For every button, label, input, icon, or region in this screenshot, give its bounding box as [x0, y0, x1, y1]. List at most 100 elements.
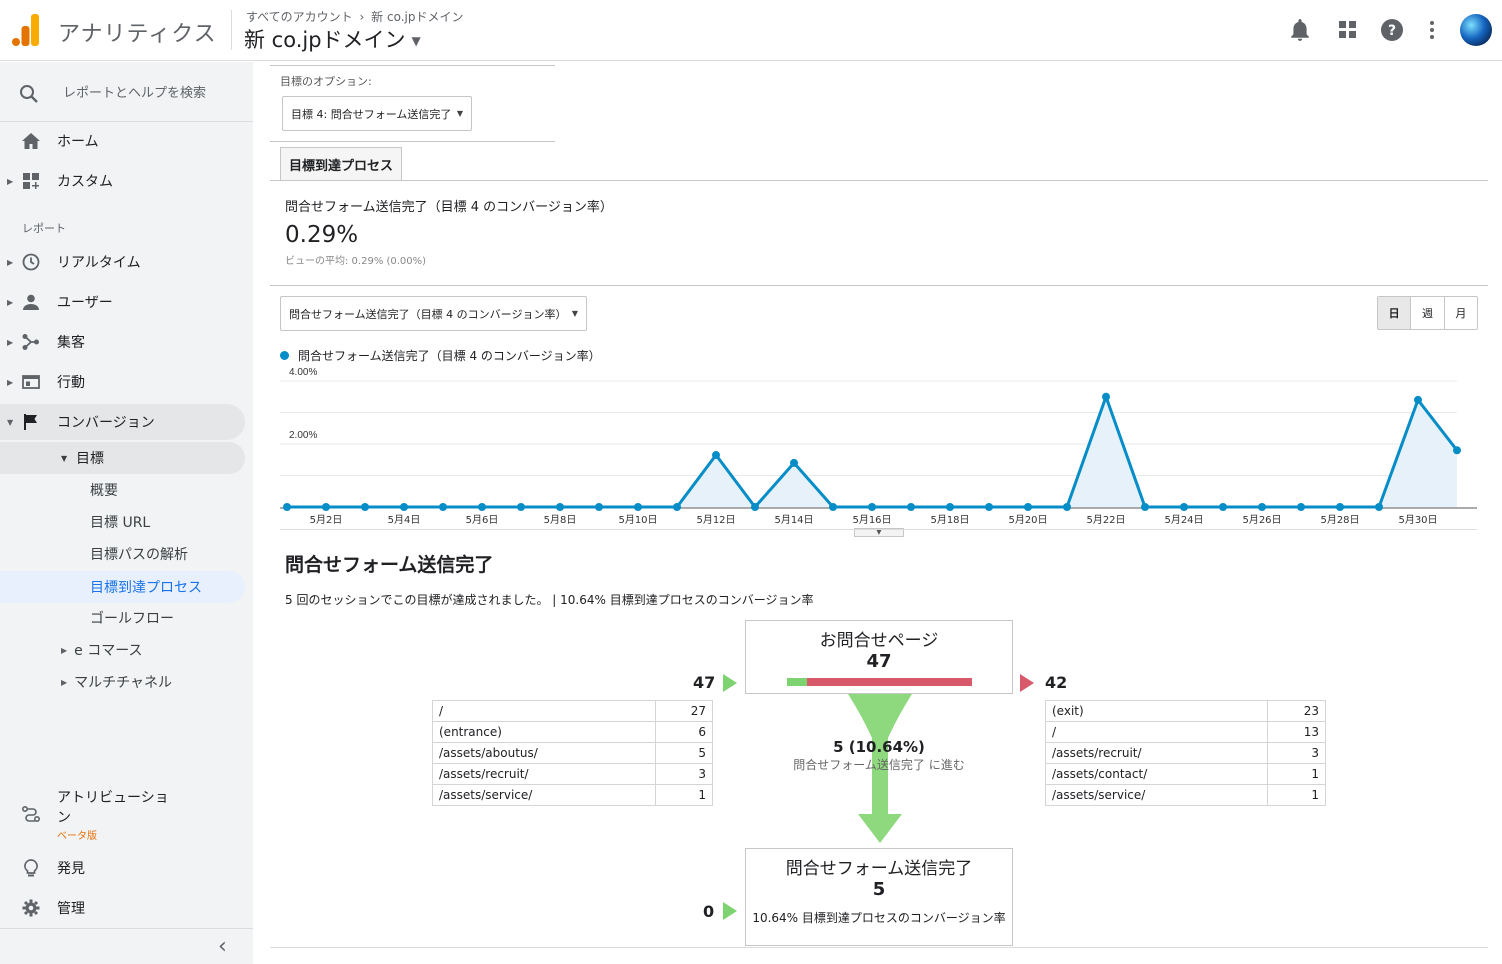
data-point — [868, 503, 876, 511]
expand-arrow-icon: ▶ — [7, 377, 14, 387]
collapse-arrow-icon: ▼ — [7, 417, 14, 427]
table-row[interactable]: /assets/recruit/3 — [1045, 742, 1327, 764]
flow-label-value: 5 (10.64%) — [833, 738, 925, 756]
search-input[interactable]: レポートとヘルプを検索 — [63, 82, 206, 101]
data-point — [751, 503, 759, 511]
sidebar-item-label: コンバージョン — [57, 415, 155, 431]
divider — [270, 285, 1488, 286]
sidebar-item-acquisition[interactable]: ▶ 集客 — [0, 324, 245, 360]
stage-count: 5 — [872, 879, 886, 900]
page-path-cell: /assets/service/ — [431, 784, 657, 806]
property-selector[interactable]: 新 co.jpドメイン ▼ — [244, 24, 421, 54]
data-point — [1024, 503, 1032, 511]
divider — [270, 180, 1488, 181]
page-path-cell: / — [1045, 721, 1268, 743]
sidebar-item-funnel-visualization[interactable]: 目標到達プロセス — [0, 571, 245, 603]
clock-icon — [21, 252, 41, 272]
top-bar: アナリティクス すべてのアカウント › 新 co.jpドメイン 新 co.jpド… — [0, 0, 1502, 61]
funnel-summary: 5 回のセッションでこの目標が達成されました。 | 10.64% 目標到達プロセ… — [285, 593, 814, 607]
table-row[interactable]: /13 — [1045, 721, 1327, 743]
period-week-button[interactable]: 週 — [1411, 297, 1445, 329]
sidebar-item-admin[interactable]: 管理 — [0, 890, 245, 926]
tab-funnel-visualization[interactable]: 目標到達プロセス — [280, 147, 402, 180]
sidebar-item-discover[interactable]: 発見 — [0, 850, 245, 886]
x-tick-label: 5月12日 — [696, 514, 735, 526]
sidebar-item-users[interactable]: ▶ ユーザー — [0, 284, 245, 320]
period-month-button[interactable]: 月 — [1445, 297, 1477, 329]
sidebar-item-behavior[interactable]: ▶ 行動 — [0, 364, 245, 400]
count-cell: 6 — [655, 721, 713, 743]
table-row[interactable]: (exit) 23 — [1045, 700, 1327, 722]
stage-name: 問合せフォーム送信完了 — [785, 859, 973, 879]
sidebar-item-multichannel[interactable]: ▶ マルチチャネル — [61, 666, 172, 698]
table-row[interactable]: /27 — [431, 700, 713, 722]
collapse-arrow-icon: ▼ — [61, 453, 68, 463]
data-point — [595, 503, 603, 511]
property-name: 新 co.jpドメイン — [244, 28, 406, 52]
avatar[interactable] — [1460, 14, 1492, 46]
lightbulb-icon — [21, 858, 41, 878]
sidebar-item-conversions[interactable]: ▼ コンバージョン — [0, 404, 245, 440]
x-tick-label: 5月10日 — [618, 514, 657, 526]
data-point — [1219, 503, 1227, 511]
breadcrumb-all-accounts[interactable]: すべてのアカウント — [246, 10, 353, 24]
sidebar-item-attribution[interactable]: アトリビューション — [0, 786, 245, 838]
page-path-cell: /assets/contact/ — [1045, 763, 1268, 785]
app-title[interactable]: アナリティクス — [58, 16, 217, 48]
goal-select[interactable]: 目標 4: 問合せフォーム送信完了 ▼ — [282, 96, 472, 131]
stage-progress-fill — [787, 678, 807, 686]
line-chart[interactable]: 4.00% 2.00% 5月2日 5月4日 5月6日 5月8日 5月10日 5月12日 5月14… — [270, 362, 1488, 540]
dashboard-icon — [21, 171, 41, 191]
dropdown-caret-icon: ▼ — [571, 309, 578, 318]
data-point — [1336, 503, 1344, 511]
sidebar-item-custom[interactable]: ▶ カスタム — [0, 163, 245, 199]
table-row[interactable]: /assets/recruit/3 — [431, 763, 713, 785]
expand-arrow-icon: ▶ — [61, 677, 68, 687]
sidebar-item-goals[interactable]: ▼ 目標 — [0, 442, 245, 474]
breadcrumb[interactable]: すべてのアカウント › 新 co.jpドメイン — [246, 8, 463, 25]
count-cell: 27 — [655, 700, 713, 722]
breadcrumb-property[interactable]: 新 co.jpドメイン — [371, 10, 463, 24]
sidebar-item-label: ホーム — [57, 134, 99, 150]
data-point — [361, 503, 369, 511]
table-row[interactable]: /assets/service/1 — [1045, 784, 1327, 806]
sidebar-item-label: アトリビューション — [57, 790, 169, 826]
data-point — [946, 503, 954, 511]
more-vert-icon[interactable] — [1420, 18, 1444, 42]
sidebar-item-goal-flow[interactable]: ゴールフロー — [90, 602, 174, 634]
count-cell: 23 — [1266, 700, 1327, 722]
sidebar-item-home[interactable]: ホーム — [0, 123, 245, 159]
sidebar-item-reverse-goal-path[interactable]: 目標パスの解析 — [90, 538, 188, 570]
data-point — [1375, 503, 1383, 511]
sidebar-item-realtime[interactable]: ▶ リアルタイム — [0, 244, 245, 280]
bell-icon[interactable] — [1288, 18, 1312, 42]
table-row[interactable]: /assets/aboutus/5 — [431, 742, 713, 764]
table-row[interactable]: /assets/service/1 — [431, 784, 713, 806]
count-cell: 5 — [655, 742, 713, 764]
data-point — [322, 503, 330, 511]
sidebar-item-goal-overview[interactable]: 概要 — [90, 474, 118, 506]
data-point — [517, 503, 525, 511]
chart-metric-select[interactable]: 問合せフォーム送信完了（目標 4 のコンバージョン率） ▼ — [280, 296, 587, 331]
sidebar-item-ecommerce[interactable]: ▶ e コマース — [61, 634, 143, 666]
data-point — [829, 503, 837, 511]
stage1-exits: 42 — [1045, 673, 1068, 692]
table-row[interactable]: /assets/contact/1 — [1045, 763, 1327, 785]
stage-progress-bar — [787, 678, 972, 686]
search-icon — [20, 85, 38, 103]
x-tick-label: 5月18日 — [930, 514, 969, 526]
collapse-sidebar-chevron-icon[interactable]: ‹ — [218, 936, 227, 958]
funnel-stage-1[interactable]: お問合せページ 47 — [745, 620, 1013, 694]
funnel-stage-2[interactable]: 問合せフォーム送信完了 5 10.64% 目標到達プロセスのコンバージョン率 — [745, 848, 1013, 946]
analytics-logo-icon[interactable] — [12, 14, 40, 46]
x-tick-label: 5月28日 — [1320, 514, 1359, 526]
period-day-button[interactable]: 日 — [1378, 297, 1412, 329]
table-row[interactable]: (entrance) 6 — [431, 721, 713, 743]
data-point — [1102, 392, 1110, 401]
apps-icon[interactable] — [1336, 18, 1360, 42]
sidebar-search[interactable]: レポートとヘルプを検索 — [0, 70, 253, 122]
help-icon[interactable]: ? — [1380, 18, 1404, 42]
exit-arrow-icon — [1020, 674, 1034, 692]
data-point — [1297, 503, 1305, 511]
sidebar-item-goal-url[interactable]: 目標 URL — [90, 506, 150, 538]
